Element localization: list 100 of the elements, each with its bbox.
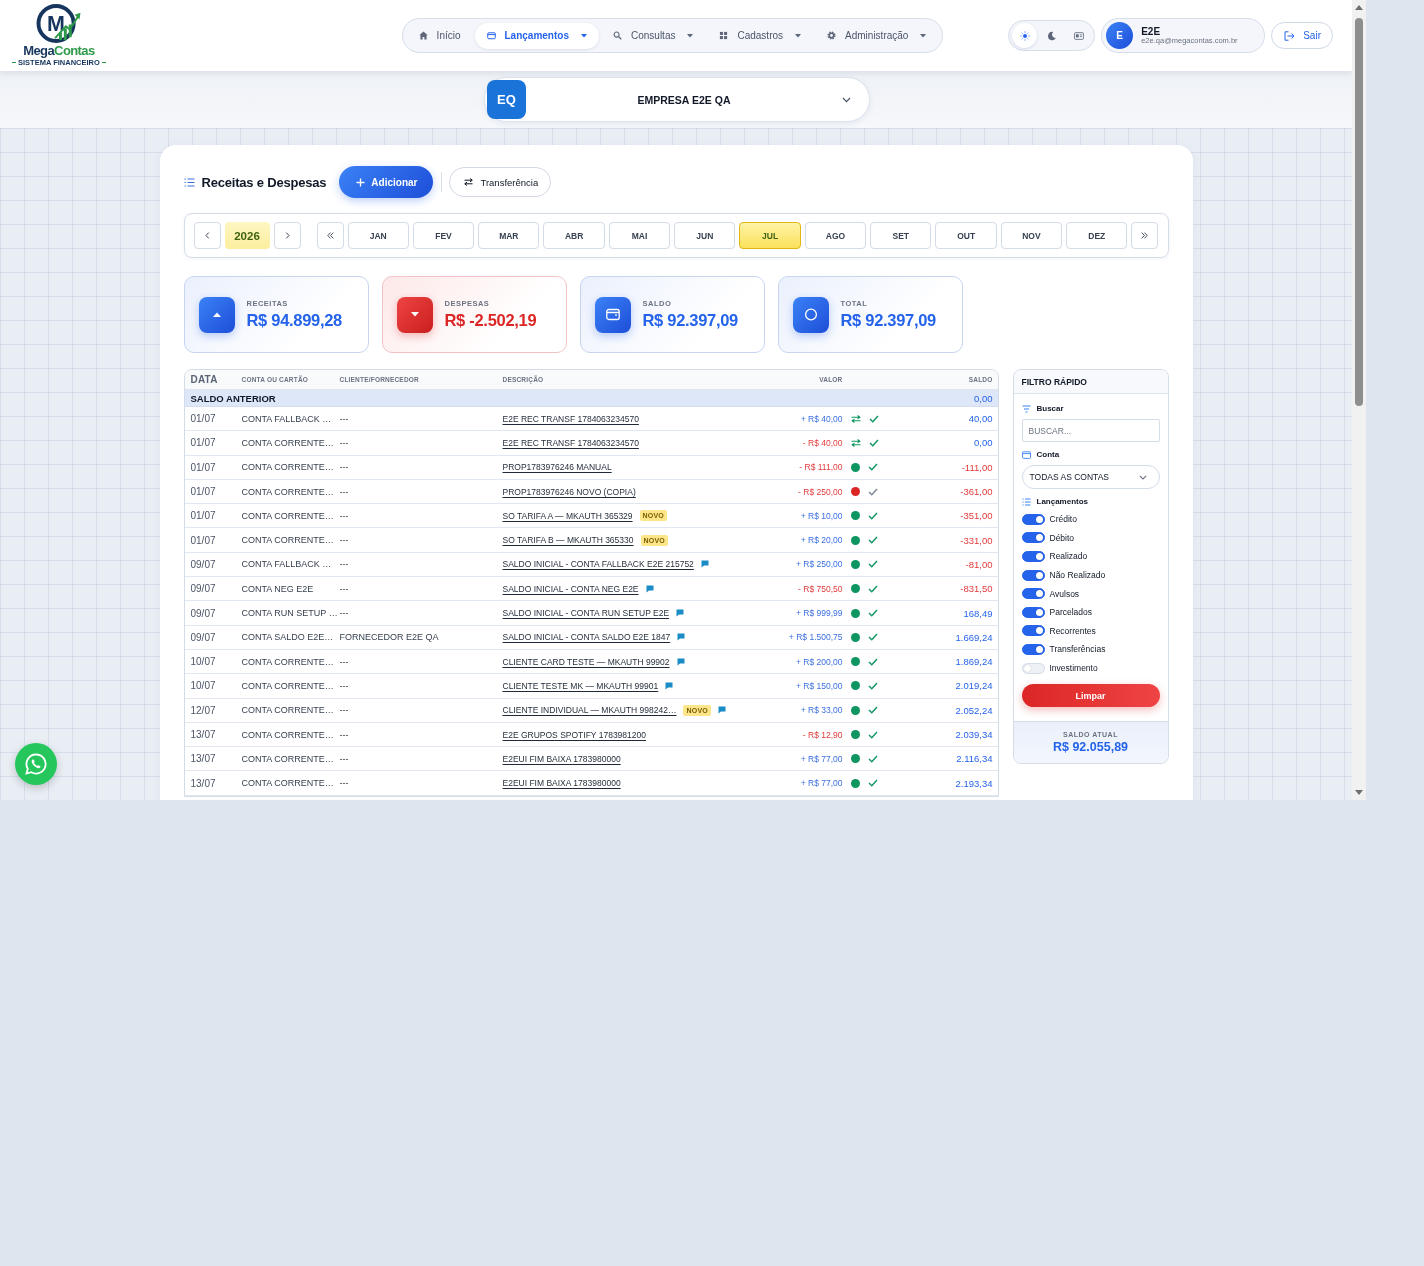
client-cell-text: --- [339,413,350,424]
description-link[interactable]: SALDO INICIAL - CONTA SALDO E2E 1847 [502,632,671,643]
toggle-switch[interactable] [1021,625,1045,637]
account-cell-text: CONTA CORRENTE… [241,656,335,667]
date-cell-text: 09/07 [190,583,217,595]
balance-cell: 1.869,24 [955,656,993,668]
nav-tab[interactable]: Administração [815,22,939,49]
opening-balance-label: SALDO ANTERIOR [190,392,277,404]
logo-monogram: M [47,11,65,36]
month-tab[interactable]: SET [870,222,932,249]
client-cell-text: --- [339,583,350,594]
nav-tab[interactable]: Cadastros [707,22,814,49]
month-tab[interactable]: MAI [608,222,671,249]
date-cell-text: 13/07 [190,777,217,789]
plus-icon [356,177,366,187]
description-link[interactable]: E2E REC TRANSF 1784063234570 [502,437,639,448]
toggle-label: Transferências [1049,644,1106,655]
client-cell-text: --- [339,437,350,448]
transfer-button[interactable]: Transferência [449,167,552,197]
description-link[interactable]: E2EUI FIM BAIXA 1783980000 [502,753,621,764]
amount-cell: - R$ 12,90 [802,729,843,740]
date-cell-text: 13/07 [190,729,217,740]
toggle-switch[interactable] [1021,513,1045,525]
month-tab[interactable]: OUT [935,222,997,249]
month-tab[interactable]: JAN [347,222,409,249]
description-link[interactable]: E2E GRUPOS SPOTIFY 1783981200 [502,729,646,740]
description-link[interactable]: CLIENTE TESTE MK — MKAUTH 99901 [502,680,659,691]
toggle-switch[interactable] [1021,588,1045,600]
month-tab[interactable]: MAR [478,222,540,249]
description-link[interactable]: SALDO INICIAL - CONTA RUN SETUP E2E [502,608,670,618]
toggle-switch[interactable] [1021,569,1045,581]
account-cell-text: CONTA CORRENTE… [241,680,335,691]
month-tab[interactable]: AGO [804,222,867,249]
company-selector[interactable]: EQ EMPRESA E2E QA [484,77,870,122]
description-link[interactable]: SO TARIFA A — MKAUTH 365329 [502,510,633,521]
account-cell-text: CONTA CORRENTE… [241,510,335,521]
amount-cell: + R$ 77,00 [800,753,843,764]
amount-cell: - R$ 111,00 [799,462,843,473]
account-cell-text: CONTA CORRENTE… [241,437,335,448]
client-cell-text: --- [339,535,350,546]
nav-tab[interactable]: Consultas [601,22,706,49]
sun-icon [1019,30,1030,41]
date-cell-text: 10/07 [190,656,217,668]
balance-cell: -331,00 [960,534,993,546]
month-tab[interactable]: JUL [739,222,801,249]
balance-cell: 40,00 [968,413,993,425]
scroll-down-icon[interactable] [1355,790,1363,795]
balance-cell: 2.052,24 [955,704,993,716]
search-field[interactable]: BUSCAR... [1021,419,1160,442]
balance-cell: -111,00 [961,461,993,473]
month-tab[interactable]: JUN [674,222,736,249]
toggle-label: Crédito [1049,514,1077,525]
scrollbar-thumb[interactable] [1355,18,1363,406]
toggle-switch[interactable] [1021,643,1045,655]
clear-button[interactable]: Limpar [1021,684,1160,708]
add-button[interactable]: Adicionar [339,166,434,198]
date-cell-text: 09/07 [190,558,217,570]
account-cell-text: CONTA CORRENTE… [241,778,335,789]
description-link[interactable]: SALDO INICIAL - CONTA NEG E2E [502,583,639,594]
toggle-switch[interactable] [1021,551,1045,562]
scroll-up-icon[interactable] [1355,5,1363,10]
summary-value: R$ 92.397,09 [642,311,738,330]
balance-cell: -831,50 [960,583,993,595]
toggle-switch[interactable] [1021,606,1045,618]
user-name: E2E [1141,25,1162,37]
toggle-label: Realizado [1049,551,1088,562]
wallet-icon [594,296,631,333]
month-tab[interactable]: NOV [1000,222,1063,249]
client-cell-text: --- [339,680,350,691]
description-link[interactable]: CLIENTE CARD TESTE — MKAUTH 99902 [502,656,670,667]
balance-cell: -361,00 [960,486,993,498]
toggle-label: Avulsos [1049,588,1080,599]
description-link[interactable]: CLIENTE INDIVIDUAL — MKAUTH 998242… [502,705,677,716]
balance-cell: 0,00 [974,437,993,449]
nav-tab[interactable]: Início [406,22,473,49]
amount-cell: - R$ 750,50 [798,583,843,594]
wallet-icon [486,31,496,40]
phone-bubble-icon [25,753,47,775]
nav-tab[interactable]: Lançamentos [474,22,599,49]
description-link[interactable]: E2EUI FIM BAIXA 1783980000 [502,778,621,789]
description-link[interactable]: SALDO INICIAL - CONTA FALLBACK E2E 215752 [502,559,694,570]
account-cell-text: CONTA CORRENTE… [241,535,335,546]
toggle-label: Não Realizado [1049,570,1106,581]
balance-cell: 2.193,34 [955,777,993,789]
description-link[interactable]: SO TARIFA B — MKAUTH 365330 [502,535,634,546]
description-link[interactable]: E2E REC TRANSF 1784063234570 [502,413,639,424]
amount-cell: + R$ 200,00 [795,656,843,667]
toggle-label: Recorrentes [1049,625,1096,636]
logout-button[interactable]: Sair [1271,22,1333,49]
toggle-switch[interactable] [1021,532,1045,544]
month-tab[interactable]: ABR [543,222,605,249]
description-link[interactable]: PROP1783976246 MANUAL [502,462,612,473]
client-cell-text: --- [339,608,350,618]
month-tab[interactable]: DEZ [1066,222,1128,249]
client-cell-text: FORNECEDOR E2E QA [339,632,440,643]
logout-icon [1284,30,1296,41]
moon-icon [1046,30,1057,41]
description-link[interactable]: PROP1783976246 NOVO (COPIA) [502,486,636,497]
client-cell-text: --- [339,486,350,497]
month-tab[interactable]: FEV [412,222,475,249]
